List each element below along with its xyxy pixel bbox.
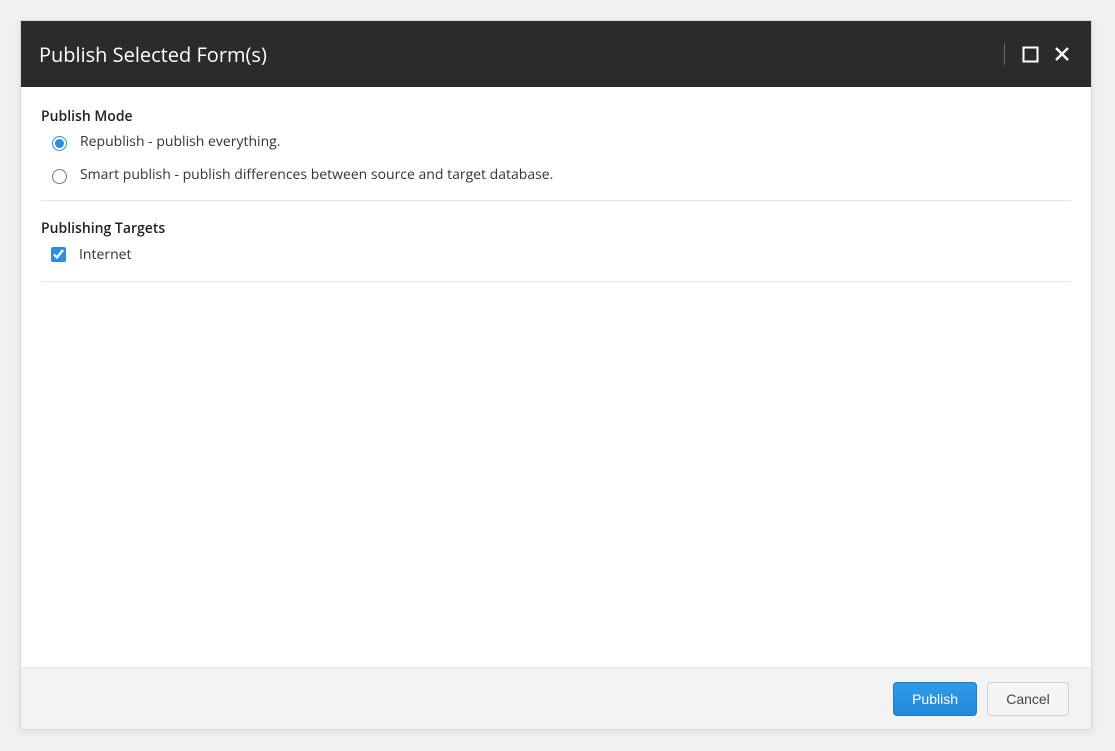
radio-republish-label[interactable]: Republish - publish everything. — [80, 132, 280, 151]
cancel-button[interactable]: Cancel — [987, 682, 1069, 716]
header-divider — [1004, 43, 1005, 65]
dialog-footer: Publish Cancel — [21, 667, 1091, 729]
publish-mode-option-republish[interactable]: Republish - publish everything. — [41, 130, 1071, 153]
publishing-target-internet[interactable]: Internet — [41, 242, 1071, 267]
radio-smart-label[interactable]: Smart publish - publish differences betw… — [80, 165, 553, 184]
publishing-targets-label: Publishing Targets — [41, 219, 1071, 238]
maximize-icon[interactable] — [1019, 43, 1041, 65]
close-icon[interactable] — [1051, 43, 1073, 65]
radio-republish[interactable] — [52, 136, 67, 151]
dialog-title: Publish Selected Form(s) — [39, 41, 1004, 68]
checkbox-internet[interactable] — [51, 247, 66, 262]
section-divider — [41, 281, 1071, 282]
publish-mode-option-smart[interactable]: Smart publish - publish differences betw… — [41, 163, 1071, 186]
checkbox-internet-label[interactable]: Internet — [79, 245, 132, 264]
dialog-backdrop: Publish Selected Form(s) Publish Mode — [0, 0, 1115, 751]
dialog-header: Publish Selected Form(s) — [21, 21, 1091, 87]
publish-button[interactable]: Publish — [893, 682, 977, 716]
section-divider — [41, 200, 1071, 201]
dialog-body: Publish Mode Republish - publish everyth… — [21, 87, 1091, 667]
publish-dialog: Publish Selected Form(s) Publish Mode — [20, 20, 1092, 730]
dialog-header-controls — [1004, 43, 1073, 65]
radio-smart[interactable] — [52, 169, 67, 184]
publish-mode-label: Publish Mode — [41, 107, 1071, 126]
